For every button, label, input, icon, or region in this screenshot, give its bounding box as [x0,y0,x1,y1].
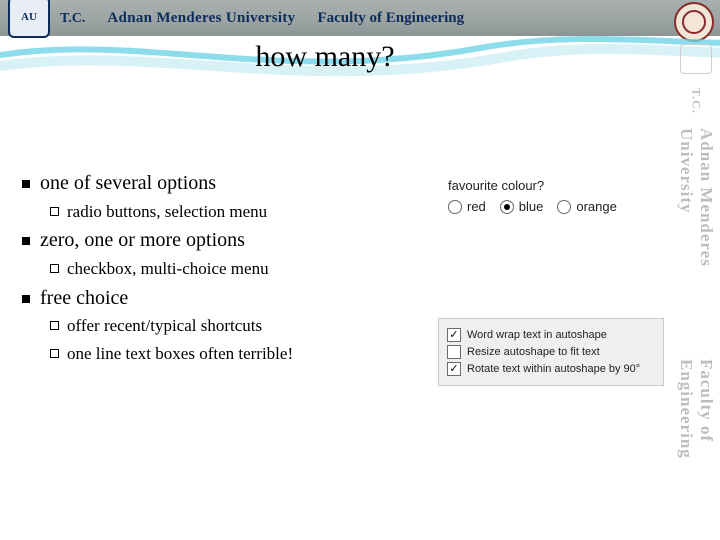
faculty-logo-right [674,2,714,42]
watermark-logo-icon [680,44,712,74]
banner-tc: T.C. [60,11,85,27]
bullet-list: one of several options radio buttons, se… [22,165,422,371]
example-radio-group: favourite colour? red blue orange [448,178,658,214]
banner-faculty: Faculty of Engineering [317,10,464,27]
subbullet-marker-icon [50,321,59,330]
subbullet-text: offer recent/typical shortcuts [67,315,262,337]
subbullet-text: radio buttons, selection menu [67,201,267,223]
radio-option[interactable]: blue [500,199,544,214]
bullet-marker-icon [22,180,30,188]
bullet-marker-icon [22,237,30,245]
bullet-level1: zero, one or more options [22,228,422,254]
watermark-faculty: Faculty of Engineering [676,359,716,536]
checkbox-label: Resize autoshape to fit text [467,346,600,359]
bullet-text: zero, one or more options [40,228,245,254]
subbullet-text: one line text boxes often terrible! [67,343,293,365]
bullet-level2: radio buttons, selection menu [50,201,422,223]
example-radio-label: favourite colour? [448,178,658,193]
subbullet-marker-icon [50,207,59,216]
watermark-university: Adnan Menderes University [676,128,716,345]
radio-option-label: blue [519,199,544,214]
radio-option-label: red [467,199,486,214]
subbullet-text: checkbox, multi-choice menu [67,258,269,280]
bullet-level1: free choice [22,286,422,312]
checkbox-row[interactable]: Rotate text within autoshape by 90° [447,362,655,376]
checkbox-icon [447,328,461,342]
banner-university: Adnan Menderes University [107,10,295,27]
radio-icon [448,200,462,214]
checkbox-row[interactable]: Word wrap text in autoshape [447,328,655,342]
bullet-level2: one line text boxes often terrible! [50,343,422,365]
bullet-level1: one of several options [22,171,422,197]
checkbox-icon [447,362,461,376]
radio-option[interactable]: orange [557,199,616,214]
bullet-level2: checkbox, multi-choice menu [50,258,422,280]
radio-icon [557,200,571,214]
slide-title: how many? [0,40,650,74]
checkbox-row[interactable]: Resize autoshape to fit text [447,345,655,359]
radio-icon [500,200,514,214]
example-checkbox-group: Word wrap text in autoshape Resize autos… [438,318,664,386]
radio-option[interactable]: red [448,199,486,214]
bullet-text: free choice [40,286,128,312]
radio-option-label: orange [576,199,616,214]
bullet-level2: offer recent/typical shortcuts [50,315,422,337]
checkbox-icon [447,345,461,359]
example-radio-options: red blue orange [448,199,658,214]
right-watermark: T.C. Adnan Menderes University Faculty o… [672,40,720,536]
checkbox-label: Word wrap text in autoshape [467,329,607,342]
university-logo-left: AU [8,0,50,38]
subbullet-marker-icon [50,349,59,358]
subbullet-marker-icon [50,264,59,273]
watermark-tc: T.C. [689,88,704,114]
bullet-marker-icon [22,295,30,303]
top-banner: AU T.C. Adnan Menderes University Facult… [0,0,720,36]
banner-text: T.C. Adnan Menderes University Faculty o… [60,10,464,27]
checkbox-label: Rotate text within autoshape by 90° [467,363,640,376]
bullet-text: one of several options [40,171,216,197]
